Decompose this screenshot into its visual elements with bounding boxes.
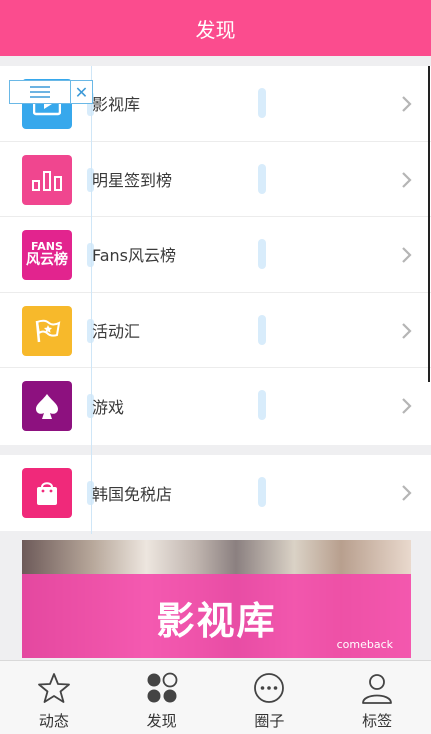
scrollbar[interactable] <box>428 66 430 382</box>
close-icon[interactable]: ✕ <box>70 81 92 103</box>
promo-banner[interactable]: 影视库 comeback <box>22 540 411 658</box>
drag-handle[interactable] <box>258 477 266 507</box>
spade-icon <box>22 381 72 431</box>
discover-icon <box>147 672 178 703</box>
page-title: 发现 <box>195 17 236 42</box>
banner-title: 影视库 <box>156 599 277 643</box>
hamburger-menu-icon[interactable] <box>10 81 70 103</box>
tab-tags[interactable]: 标签 <box>323 661 431 734</box>
fans-badge-icon: FANS 风云榜 <box>22 230 72 280</box>
tab-label: 标签 <box>362 712 393 730</box>
menu-item-label: 游戏 <box>92 397 125 417</box>
bar-chart-icon <box>22 154 72 205</box>
chevron-right-icon <box>402 171 412 188</box>
bottom-tab-bar: 动态 发现 圈子 标签 <box>0 660 431 734</box>
person-icon <box>362 674 393 704</box>
flag-icon <box>22 305 72 356</box>
menu-item-label: 影视库 <box>92 95 141 115</box>
badge-text: 风云榜 <box>26 252 68 269</box>
menu-item-fans-ranking[interactable]: FANS 风云榜 Fans风云榜 <box>0 217 431 293</box>
chat-bubble-icon <box>254 673 285 703</box>
menu-item-duty-free[interactable]: 韩国免税店 <box>0 455 431 531</box>
menu-item-games[interactable]: 游戏 <box>0 368 431 444</box>
tab-label: 圈子 <box>254 712 285 730</box>
drag-handle[interactable] <box>258 88 266 118</box>
menu-item-label: 活动汇 <box>92 321 141 341</box>
drag-handle[interactable] <box>258 239 266 269</box>
divider <box>91 66 92 534</box>
menu-item-label: 明星签到榜 <box>92 170 173 190</box>
chevron-right-icon <box>402 96 412 112</box>
menu-item-label: 韩国免税店 <box>92 484 173 504</box>
tab-label: 发现 <box>146 712 177 730</box>
chevron-right-icon <box>402 398 412 414</box>
header-bar: 发现 <box>0 0 431 56</box>
menu-item-star-checkin[interactable]: 明星签到榜 <box>0 142 431 217</box>
floating-toolbar: ✕ <box>9 80 93 104</box>
star-icon <box>37 673 70 703</box>
shop-menu: 韩国免税店 <box>0 455 431 531</box>
drag-handle[interactable] <box>258 314 266 345</box>
menu-item-label: Fans风云榜 <box>92 246 177 266</box>
tab-label: 动态 <box>38 712 69 730</box>
drag-handle[interactable] <box>258 163 266 194</box>
banner-subtitle: comeback <box>336 638 393 651</box>
chevron-right-icon <box>402 322 412 339</box>
discover-menu: 影视库 明星签到榜 FANS 风云榜 Fans风云榜 活动汇 游戏 <box>0 66 431 445</box>
drag-handle[interactable] <box>258 390 266 420</box>
menu-item-events[interactable]: 活动汇 <box>0 293 431 368</box>
chevron-right-icon <box>402 247 412 263</box>
chevron-right-icon <box>402 485 412 501</box>
shopping-bag-icon <box>22 468 72 518</box>
tab-circle[interactable]: 圈子 <box>216 661 324 734</box>
tab-discover[interactable]: 发现 <box>108 661 216 734</box>
tab-feed[interactable]: 动态 <box>0 661 108 734</box>
